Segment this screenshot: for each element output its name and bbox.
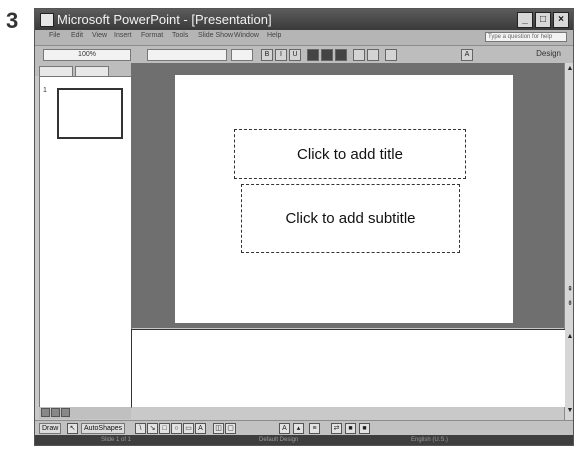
status-slide-info: Slide 1 of 1: [101, 437, 132, 443]
next-slide-icon[interactable]: ⇟: [566, 299, 573, 307]
slide-canvas[interactable]: Click to add title Click to add subtitle: [175, 75, 513, 323]
clip-art-icon[interactable]: ▢: [225, 423, 236, 434]
subtitle-placeholder[interactable]: Click to add subtitle: [241, 184, 460, 253]
normal-view-icon[interactable]: [41, 408, 50, 417]
close-button[interactable]: ×: [553, 12, 569, 28]
panel-tabs: [35, 63, 131, 77]
underline-button[interactable]: U: [289, 49, 301, 61]
numbering-icon[interactable]: [353, 49, 365, 61]
align-left-icon[interactable]: [307, 49, 319, 61]
slides-pane: 1: [39, 76, 132, 408]
design-button[interactable]: Design: [536, 49, 561, 58]
notes-pane[interactable]: [131, 329, 565, 407]
font-color-icon[interactable]: A: [279, 423, 290, 434]
arrow-icon[interactable]: ↘: [147, 423, 158, 434]
formatting-toolbar: 100% B I U A Design: [35, 46, 573, 64]
scroll-down-icon[interactable]: ▼: [566, 407, 573, 414]
font-color-button[interactable]: A: [461, 49, 473, 61]
powerpoint-window: Microsoft PowerPoint - [Presentation] _ …: [34, 8, 574, 446]
slide-sorter-view-icon[interactable]: [51, 408, 60, 417]
help-question-input[interactable]: Type a question for help: [485, 32, 567, 42]
status-design: Default Design: [259, 437, 299, 443]
menu-view[interactable]: View: [92, 32, 107, 39]
drawing-toolbar: Draw ↖ AutoShapes \ ↘ □ ○ ▭ A ◫ ▢ A ▴ ≡ …: [35, 420, 573, 435]
view-buttons: [39, 407, 131, 419]
line-icon[interactable]: \: [135, 423, 146, 434]
menu-file[interactable]: File: [49, 32, 60, 39]
menu-window[interactable]: Window: [234, 32, 259, 39]
menu-edit[interactable]: Edit: [71, 32, 83, 39]
window-title: Microsoft PowerPoint - [Presentation]: [57, 12, 272, 27]
wordart-icon[interactable]: A: [195, 423, 206, 434]
status-bar: Slide 1 of 1 Default Design English (U.S…: [35, 435, 573, 445]
line-color-icon[interactable]: ≡: [309, 423, 320, 434]
menu-bar: File Edit View Insert Format Tools Slide…: [35, 30, 573, 46]
fill-color-icon[interactable]: ▴: [293, 423, 304, 434]
scroll-up-notes-icon[interactable]: ▲: [566, 333, 573, 340]
slide-show-view-icon[interactable]: [61, 408, 70, 417]
font-name-select[interactable]: [147, 49, 227, 61]
window-controls: _ □ ×: [517, 12, 569, 28]
status-language: English (U.S.): [411, 437, 449, 443]
previous-slide-icon[interactable]: ⇞: [566, 285, 573, 293]
step-number: 3: [6, 8, 19, 33]
shadow-icon[interactable]: ■: [345, 423, 356, 434]
slide-thumbnail[interactable]: [57, 88, 123, 139]
align-right-icon[interactable]: [335, 49, 347, 61]
bullets-icon[interactable]: [367, 49, 379, 61]
text-box-icon[interactable]: ▭: [183, 423, 194, 434]
dash-style-icon[interactable]: ⇄: [331, 423, 342, 434]
bold-button[interactable]: B: [261, 49, 273, 61]
powerpoint-app-icon: [40, 13, 54, 27]
menu-format[interactable]: Format: [141, 32, 163, 39]
align-center-icon[interactable]: [321, 49, 333, 61]
diagram-icon[interactable]: ◫: [213, 423, 224, 434]
3d-style-icon[interactable]: ■: [359, 423, 370, 434]
vertical-scrollbar[interactable]: ▲ ⇞ ⇟ ▲ ▼: [564, 63, 573, 420]
select-pointer-icon[interactable]: ↖: [67, 423, 78, 434]
draw-menu-button[interactable]: Draw: [39, 423, 62, 434]
font-size-select[interactable]: [231, 49, 253, 61]
title-placeholder[interactable]: Click to add title: [234, 129, 466, 179]
title-bar: Microsoft PowerPoint - [Presentation] _ …: [35, 9, 573, 30]
scroll-up-icon[interactable]: ▲: [566, 65, 573, 72]
menu-insert[interactable]: Insert: [114, 32, 132, 39]
maximize-button[interactable]: □: [535, 12, 551, 28]
zoom-select[interactable]: 100%: [43, 49, 131, 61]
italic-button[interactable]: I: [275, 49, 287, 61]
slide-number: 1: [43, 87, 47, 94]
autoshapes-button[interactable]: AutoShapes: [81, 423, 126, 434]
minimize-button[interactable]: _: [517, 12, 533, 28]
menu-tools[interactable]: Tools: [172, 32, 188, 39]
slide-editing-area: Click to add title Click to add subtitle: [131, 63, 564, 328]
menu-slide-show[interactable]: Slide Show: [198, 32, 233, 39]
rectangle-icon[interactable]: □: [159, 423, 170, 434]
increase-font-icon[interactable]: [385, 49, 397, 61]
menu-help[interactable]: Help: [267, 32, 281, 39]
oval-icon[interactable]: ○: [171, 423, 182, 434]
